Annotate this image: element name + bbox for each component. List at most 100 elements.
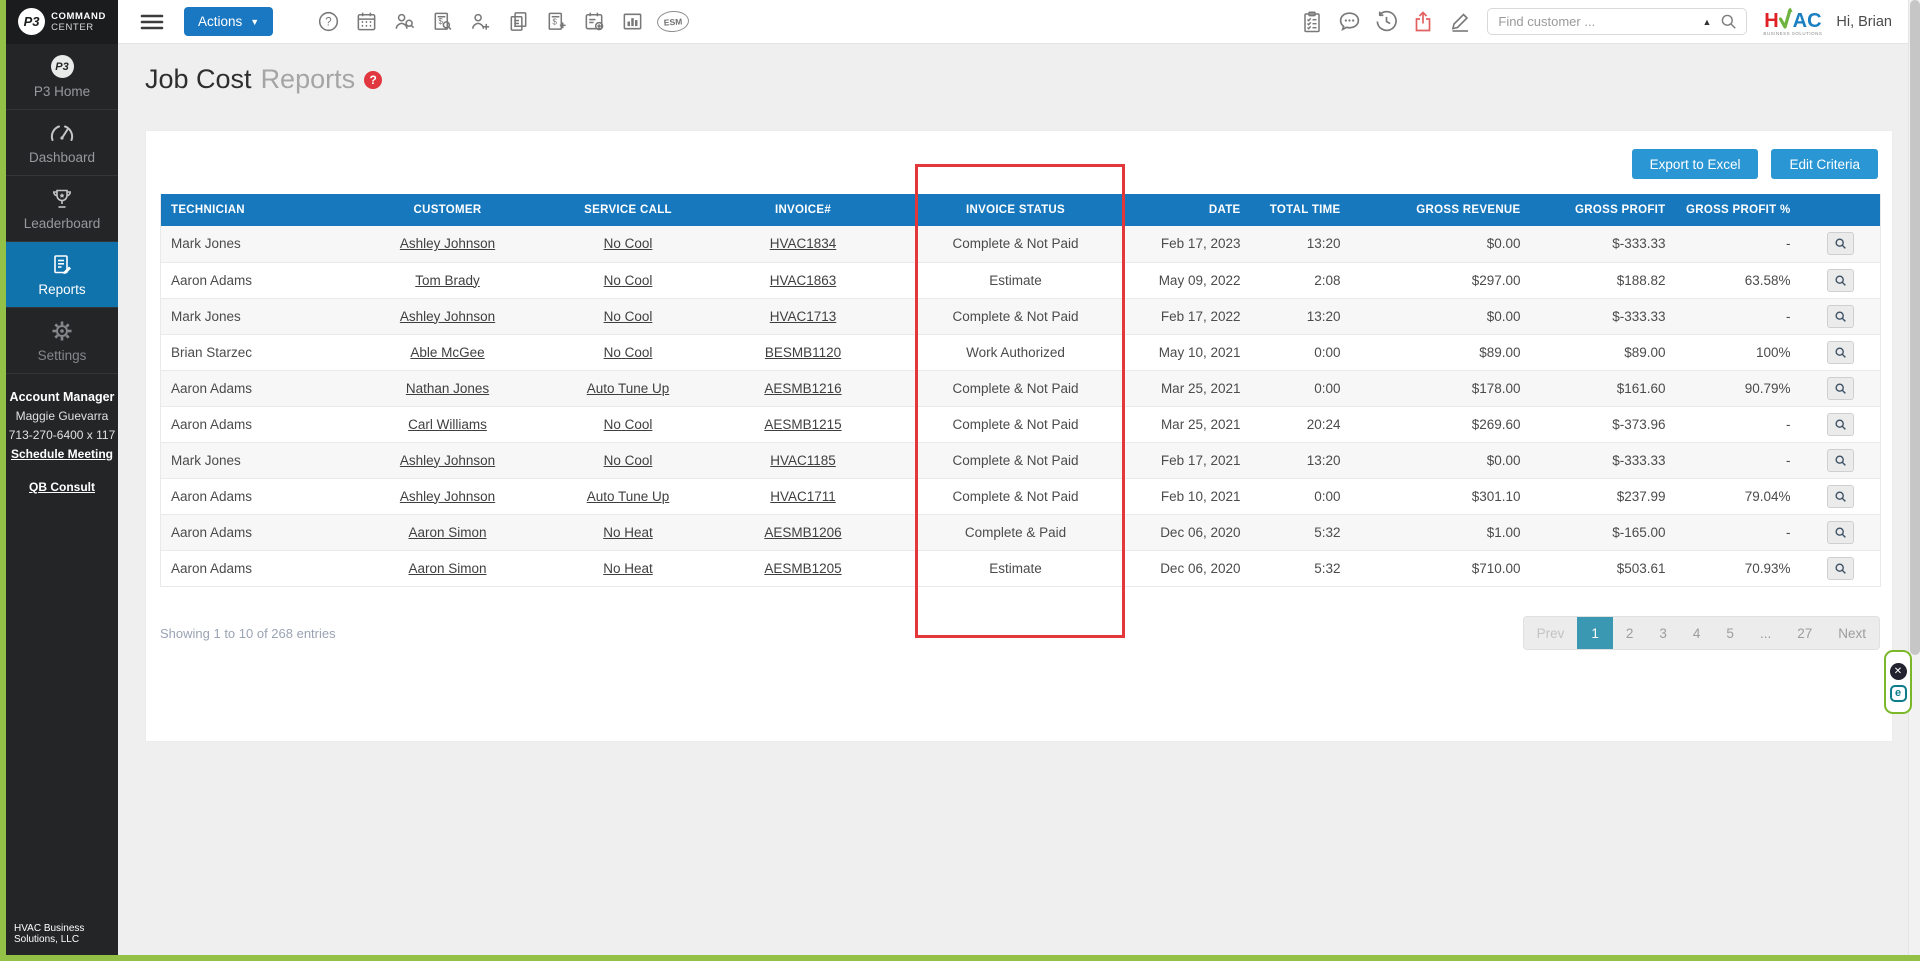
- row-detail-search-button[interactable]: [1827, 269, 1854, 292]
- customer-link[interactable]: Able McGee: [410, 345, 484, 360]
- invoice-link[interactable]: AESMB1216: [764, 381, 841, 396]
- invoice-link[interactable]: HVAC1863: [770, 273, 837, 288]
- invoice-link[interactable]: HVAC1834: [770, 236, 837, 251]
- col-service-call[interactable]: SERVICE CALL: [541, 194, 716, 226]
- invoice-add-icon[interactable]: $: [543, 9, 569, 35]
- col-gross-profit[interactable]: GROSS PROFIT: [1531, 194, 1676, 226]
- qb-consult-link[interactable]: QB Consult: [29, 478, 95, 497]
- page-item-1[interactable]: 1: [1577, 617, 1613, 649]
- col-invoice-status[interactable]: INVOICE STATUS: [891, 194, 1141, 226]
- menu-toggle-icon[interactable]: [140, 13, 164, 31]
- invoice-status-cell: Complete & Not Paid: [891, 370, 1141, 406]
- invoice-link[interactable]: HVAC1185: [770, 453, 836, 468]
- customer-link[interactable]: Aaron Simon: [408, 525, 486, 540]
- row-detail-search-button[interactable]: [1827, 232, 1854, 255]
- checklist-clipboard-icon[interactable]: [1299, 9, 1325, 35]
- edit-criteria-button[interactable]: Edit Criteria: [1771, 149, 1878, 179]
- appointment-add-icon[interactable]: [581, 9, 607, 35]
- eset-icon[interactable]: e: [1890, 685, 1907, 702]
- help-circle-icon[interactable]: ?: [315, 9, 341, 35]
- page-item-next[interactable]: Next: [1825, 617, 1879, 649]
- customer-link[interactable]: Ashley Johnson: [400, 489, 495, 504]
- invoice-link[interactable]: AESMB1215: [764, 417, 841, 432]
- edit-pencil-icon[interactable]: [1447, 9, 1473, 35]
- row-detail-search-button[interactable]: [1827, 413, 1854, 436]
- actions-button[interactable]: Actions ▼: [184, 7, 273, 36]
- page-item-prev[interactable]: Prev: [1524, 617, 1578, 649]
- reports-chart-icon[interactable]: [619, 9, 645, 35]
- find-customer-search[interactable]: ▲: [1487, 8, 1747, 35]
- invoice-link[interactable]: BESMB1120: [765, 345, 841, 360]
- help-icon[interactable]: ?: [364, 71, 382, 89]
- service-call-link[interactable]: No Heat: [603, 561, 653, 576]
- col-customer[interactable]: CUSTOMER: [355, 194, 541, 226]
- invoice-search-icon[interactable]: $: [429, 9, 455, 35]
- company-name-footer: HVAC Business Solutions, LLC: [6, 923, 118, 955]
- customer-link[interactable]: Tom Brady: [415, 273, 480, 288]
- triangle-up-icon[interactable]: ▲: [1702, 17, 1711, 27]
- copy-documents-icon[interactable]: [505, 9, 531, 35]
- service-call-link[interactable]: No Cool: [604, 273, 653, 288]
- col-invoice[interactable]: INVOICE#: [716, 194, 891, 226]
- customer-search-icon[interactable]: [391, 9, 417, 35]
- invoice-link[interactable]: HVAC1713: [770, 309, 837, 324]
- sidebar-item-leaderboard[interactable]: Leaderboard: [6, 176, 118, 242]
- sidebar-item-dashboard[interactable]: Dashboard: [6, 110, 118, 176]
- page-item-dotdotdot[interactable]: ...: [1747, 617, 1784, 649]
- row-detail-search-button[interactable]: [1827, 485, 1854, 508]
- invoice-link[interactable]: HVAC1711: [770, 489, 836, 504]
- export-to-excel-button[interactable]: Export to Excel: [1632, 149, 1759, 179]
- page-item-2[interactable]: 2: [1613, 617, 1647, 649]
- service-call-link[interactable]: No Cool: [604, 309, 653, 324]
- sidebar-item-reports[interactable]: Reports: [6, 242, 118, 308]
- row-detail-search-button[interactable]: [1827, 341, 1854, 364]
- app-logo[interactable]: P3 COMMAND CENTER: [6, 0, 118, 44]
- page-item-3[interactable]: 3: [1646, 617, 1680, 649]
- customer-link[interactable]: Ashley Johnson: [400, 309, 495, 324]
- col-date[interactable]: DATE: [1141, 194, 1251, 226]
- row-detail-search-button[interactable]: [1827, 305, 1854, 328]
- service-call-link[interactable]: No Heat: [603, 525, 653, 540]
- share-export-icon[interactable]: [1410, 9, 1436, 35]
- page-scrollbar[interactable]: [1908, 0, 1920, 955]
- close-icon[interactable]: ✕: [1890, 663, 1907, 680]
- col-gross-revenue[interactable]: GROSS REVENUE: [1351, 194, 1531, 226]
- sidebar-item-settings[interactable]: Settings: [6, 308, 118, 374]
- customer-link[interactable]: Ashley Johnson: [400, 236, 495, 251]
- invoice-link[interactable]: AESMB1206: [764, 525, 841, 540]
- service-call-link[interactable]: No Cool: [604, 236, 653, 251]
- row-detail-search-button[interactable]: [1827, 377, 1854, 400]
- calendar-icon[interactable]: [353, 9, 379, 35]
- search-icon[interactable]: [1719, 12, 1738, 31]
- customer-link[interactable]: Ashley Johnson: [400, 453, 495, 468]
- date-cell: Feb 17, 2021: [1141, 442, 1251, 478]
- scrollbar-thumb[interactable]: [1910, 0, 1920, 655]
- service-call-link[interactable]: No Cool: [604, 453, 653, 468]
- customer-link[interactable]: Aaron Simon: [408, 561, 486, 576]
- page-item-4[interactable]: 4: [1680, 617, 1714, 649]
- esm-badge-icon[interactable]: ESM: [657, 10, 690, 33]
- row-detail-search-button[interactable]: [1827, 521, 1854, 544]
- customer-link[interactable]: Carl Williams: [408, 417, 487, 432]
- col-gross-profit-pct[interactable]: GROSS PROFIT %: [1676, 194, 1801, 226]
- find-customer-input[interactable]: [1498, 14, 1702, 29]
- invoice-link[interactable]: AESMB1205: [764, 561, 841, 576]
- top-bar: P3 COMMAND CENTER Actions ▼ ? $: [6, 0, 1908, 44]
- schedule-meeting-link[interactable]: Schedule Meeting: [11, 445, 113, 464]
- customer-add-icon[interactable]: [467, 9, 493, 35]
- row-detail-search-button[interactable]: [1827, 449, 1854, 472]
- service-call-link[interactable]: Auto Tune Up: [587, 381, 670, 396]
- history-clock-icon[interactable]: [1373, 9, 1399, 35]
- service-call-link[interactable]: Auto Tune Up: [587, 489, 670, 504]
- col-total-time[interactable]: TOTAL TIME: [1251, 194, 1351, 226]
- hvac-logo[interactable]: H AC BUSINESS SOLUTIONS: [1763, 7, 1822, 37]
- page-item-27[interactable]: 27: [1784, 617, 1825, 649]
- col-technician[interactable]: TECHNICIAN: [161, 194, 355, 226]
- chat-bubble-icon[interactable]: [1336, 9, 1362, 35]
- customer-link[interactable]: Nathan Jones: [406, 381, 489, 396]
- service-call-link[interactable]: No Cool: [604, 345, 653, 360]
- row-detail-search-button[interactable]: [1827, 557, 1854, 580]
- page-item-5[interactable]: 5: [1713, 617, 1747, 649]
- sidebar-item-p3-home[interactable]: P3 P3 Home: [6, 44, 118, 110]
- service-call-link[interactable]: No Cool: [604, 417, 653, 432]
